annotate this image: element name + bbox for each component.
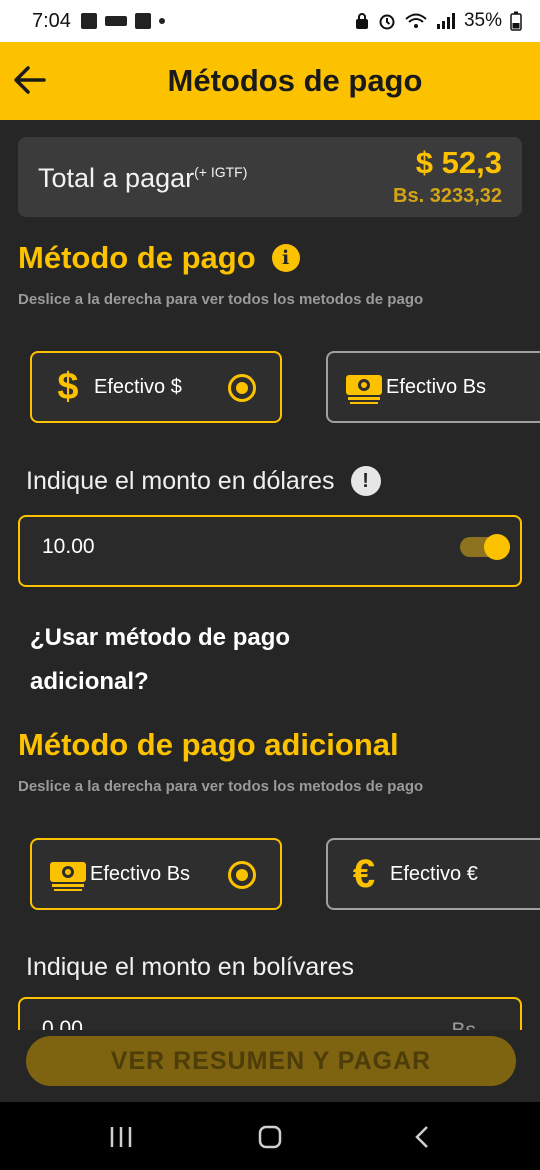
- total-label-group: Total a pagar(+ IGTF): [38, 163, 247, 194]
- additional-method-hint: Deslice a la derecha para ver todos los …: [18, 778, 424, 795]
- total-label: Total a pagar: [38, 163, 195, 193]
- method-label: Efectivo Bs: [386, 375, 487, 398]
- battery-icon: [510, 11, 522, 31]
- usd-amount-input[interactable]: [42, 535, 422, 559]
- method-label: Efectivo $: [94, 375, 182, 398]
- bs-amount-input[interactable]: [42, 1017, 422, 1030]
- recent-apps-icon[interactable]: [106, 1122, 136, 1152]
- euro-icon: €: [352, 851, 376, 896]
- payment-method-title: Método de pago: [18, 240, 256, 275]
- back-nav-icon[interactable]: [408, 1122, 438, 1152]
- signal-icon: [436, 13, 455, 29]
- battery-percent: 35%: [463, 10, 502, 31]
- status-right: 35%: [354, 10, 522, 32]
- method-card-efectivo-usd[interactable]: $ Efectivo $: [30, 351, 282, 423]
- status-time: 7:04: [32, 9, 71, 32]
- usd-amount-field[interactable]: $: [18, 515, 522, 587]
- payment-method-hint: Deslice a la derecha para ver todos los …: [18, 291, 424, 308]
- radio-selected[interactable]: [228, 374, 256, 402]
- total-usd: $ 52,3: [415, 145, 502, 180]
- wifi-icon: [405, 13, 427, 28]
- total-bs: Bs. 3233,32: [393, 185, 502, 207]
- status-bar: 7:04 35%: [0, 0, 540, 42]
- bills-icon: [50, 862, 86, 891]
- gallery-notification-icon: [80, 13, 97, 29]
- page-title: Métodos de pago: [167, 63, 423, 98]
- bs-amount-field[interactable]: Bs: [18, 997, 522, 1030]
- app-header: Métodos de pago: [0, 42, 540, 120]
- scroll-content[interactable]: Total a pagar(+ IGTF) $ 52,3 Bs. 3233,32…: [0, 120, 540, 1030]
- home-icon[interactable]: [255, 1122, 285, 1152]
- method-label: Efectivo Bs: [90, 862, 191, 885]
- lock-icon: [355, 13, 368, 29]
- igtf-suffix: (+ IGTF): [194, 164, 248, 180]
- alarm-icon: [379, 14, 395, 30]
- method-card-efectivo-bs[interactable]: Efectivo Bs: [326, 351, 540, 423]
- more-notifications-icon: [158, 18, 165, 24]
- bs-amount-label: Indique el monto en bolívares: [26, 953, 354, 981]
- additional-method-toggle[interactable]: [460, 534, 510, 560]
- additional-method-title: Método de pago adicional: [18, 727, 399, 762]
- toggle-knob: [484, 534, 510, 560]
- additional-method-toggle-label: ¿Usar método de pago adicional?: [30, 624, 291, 695]
- back-arrow-icon[interactable]: [12, 62, 48, 98]
- additional-method-card-efectivo-bs[interactable]: Efectivo Bs: [30, 838, 282, 910]
- bills-icon: [346, 375, 382, 404]
- view-summary-pay-button[interactable]: VER RESUMEN Y PAGAR: [26, 1036, 516, 1086]
- total-card: Total a pagar(+ IGTF) $ 52,3 Bs. 3233,32: [18, 137, 522, 217]
- checkbox-notification-icon: [134, 13, 151, 29]
- payment-method-title-row: Método de pago i: [18, 240, 300, 276]
- info-icon[interactable]: i: [271, 244, 300, 272]
- system-nav-bar: [0, 1102, 540, 1170]
- usd-amount-label-row: Indique el monto en dólares!: [26, 466, 381, 496]
- usd-amount-label: Indique el monto en dólares: [26, 467, 335, 495]
- app-notification-icon: [104, 16, 127, 26]
- additional-method-card-efectivo-eur[interactable]: € Efectivo €: [326, 838, 540, 910]
- exclamation-icon[interactable]: !: [350, 466, 381, 496]
- dollar-icon: $: [57, 365, 79, 408]
- radio-selected[interactable]: [228, 861, 256, 889]
- notification-icons: [80, 13, 165, 29]
- method-label: Efectivo €: [390, 862, 478, 885]
- bs-currency-suffix: Bs: [451, 1019, 476, 1030]
